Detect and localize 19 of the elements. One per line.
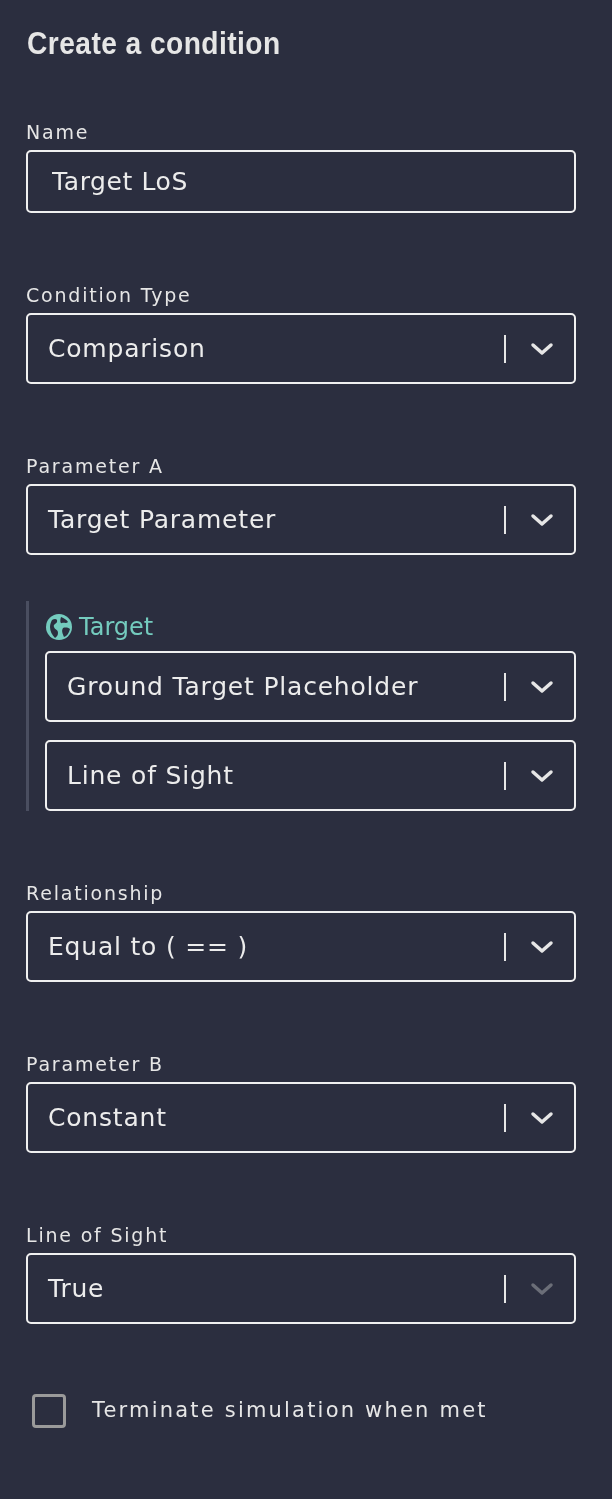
dropdown-select[interactable]: Comparison — [26, 313, 576, 384]
dropdown-select[interactable]: Target Parameter — [26, 484, 576, 555]
globe-icon — [45, 613, 73, 641]
field-label: Name — [26, 120, 90, 144]
dropdown-select[interactable]: Constant — [26, 1082, 576, 1153]
field-label: Condition Type — [26, 283, 192, 307]
field-label: Parameter B — [26, 1052, 164, 1076]
panel-title: Create a condition — [27, 24, 281, 63]
field-label: Line of Sight — [26, 1223, 169, 1247]
dropdown-select[interactable]: Ground Target Placeholder — [45, 651, 576, 722]
group-heading: Target — [79, 613, 154, 641]
checkbox[interactable] — [32, 1394, 66, 1428]
field-label: Relationship — [26, 881, 165, 905]
dropdown-select[interactable]: True — [26, 1253, 576, 1324]
field-label: Parameter A — [26, 454, 164, 478]
dropdown-select[interactable]: Equal to ( == ) — [26, 911, 576, 982]
checkbox-label: Terminate simulation when met — [92, 1397, 488, 1425]
text-input[interactable]: Target LoS — [26, 150, 576, 213]
dropdown-select[interactable]: Line of Sight — [45, 740, 576, 811]
